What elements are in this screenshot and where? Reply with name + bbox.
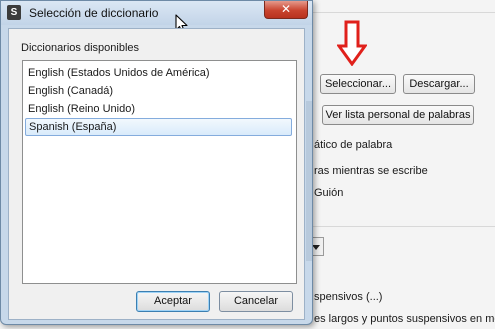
app-icon: S (7, 5, 21, 20)
dictionary-list[interactable]: English (Estados Unidos de América) Engl… (22, 60, 297, 284)
dialog-title: Selección de diccionario (29, 6, 159, 20)
select-dictionary-button[interactable]: Seleccionar... (320, 74, 396, 94)
dictionary-selection-dialog: S Selección de diccionario ✕ Diccionario… (0, 0, 313, 325)
personal-wordlist-button[interactable]: Ver lista personal de palabras (322, 105, 474, 125)
cancel-button[interactable]: Cancelar (219, 291, 293, 312)
ellipsis-option-label[interactable]: spensivos (...) (314, 291, 382, 303)
long-dash-option-label[interactable]: es largos y puntos suspensivos en mo (314, 313, 495, 325)
dialog-titlebar[interactable]: S Selección de diccionario ✕ (1, 1, 312, 25)
dialog-edge (306, 101, 312, 261)
list-item[interactable]: English (Canadá) (25, 82, 292, 100)
list-item[interactable]: English (Estados Unidos de América) (25, 64, 292, 82)
hyphen-option-label[interactable]: Guión (314, 187, 343, 199)
divider (310, 12, 495, 13)
down-arrow-icon (337, 20, 367, 66)
check-while-typing-label[interactable]: ras mientras se escribe (314, 165, 428, 177)
download-dictionary-button[interactable]: Descargar... (403, 74, 475, 94)
chevron-down-icon (312, 245, 320, 250)
list-item-selected[interactable]: Spanish (España) (25, 118, 292, 136)
dictionaries-label: Diccionarios disponibles (21, 42, 140, 54)
close-button[interactable]: ✕ (264, 1, 308, 19)
accept-button[interactable]: Aceptar (136, 291, 210, 312)
grammar-option-label: ático de palabra (314, 139, 393, 151)
list-item[interactable]: English (Reino Unido) (25, 100, 292, 118)
close-icon: ✕ (280, 2, 292, 16)
dialog-body: Diccionarios disponibles English (Estado… (8, 28, 305, 320)
divider (310, 226, 495, 227)
